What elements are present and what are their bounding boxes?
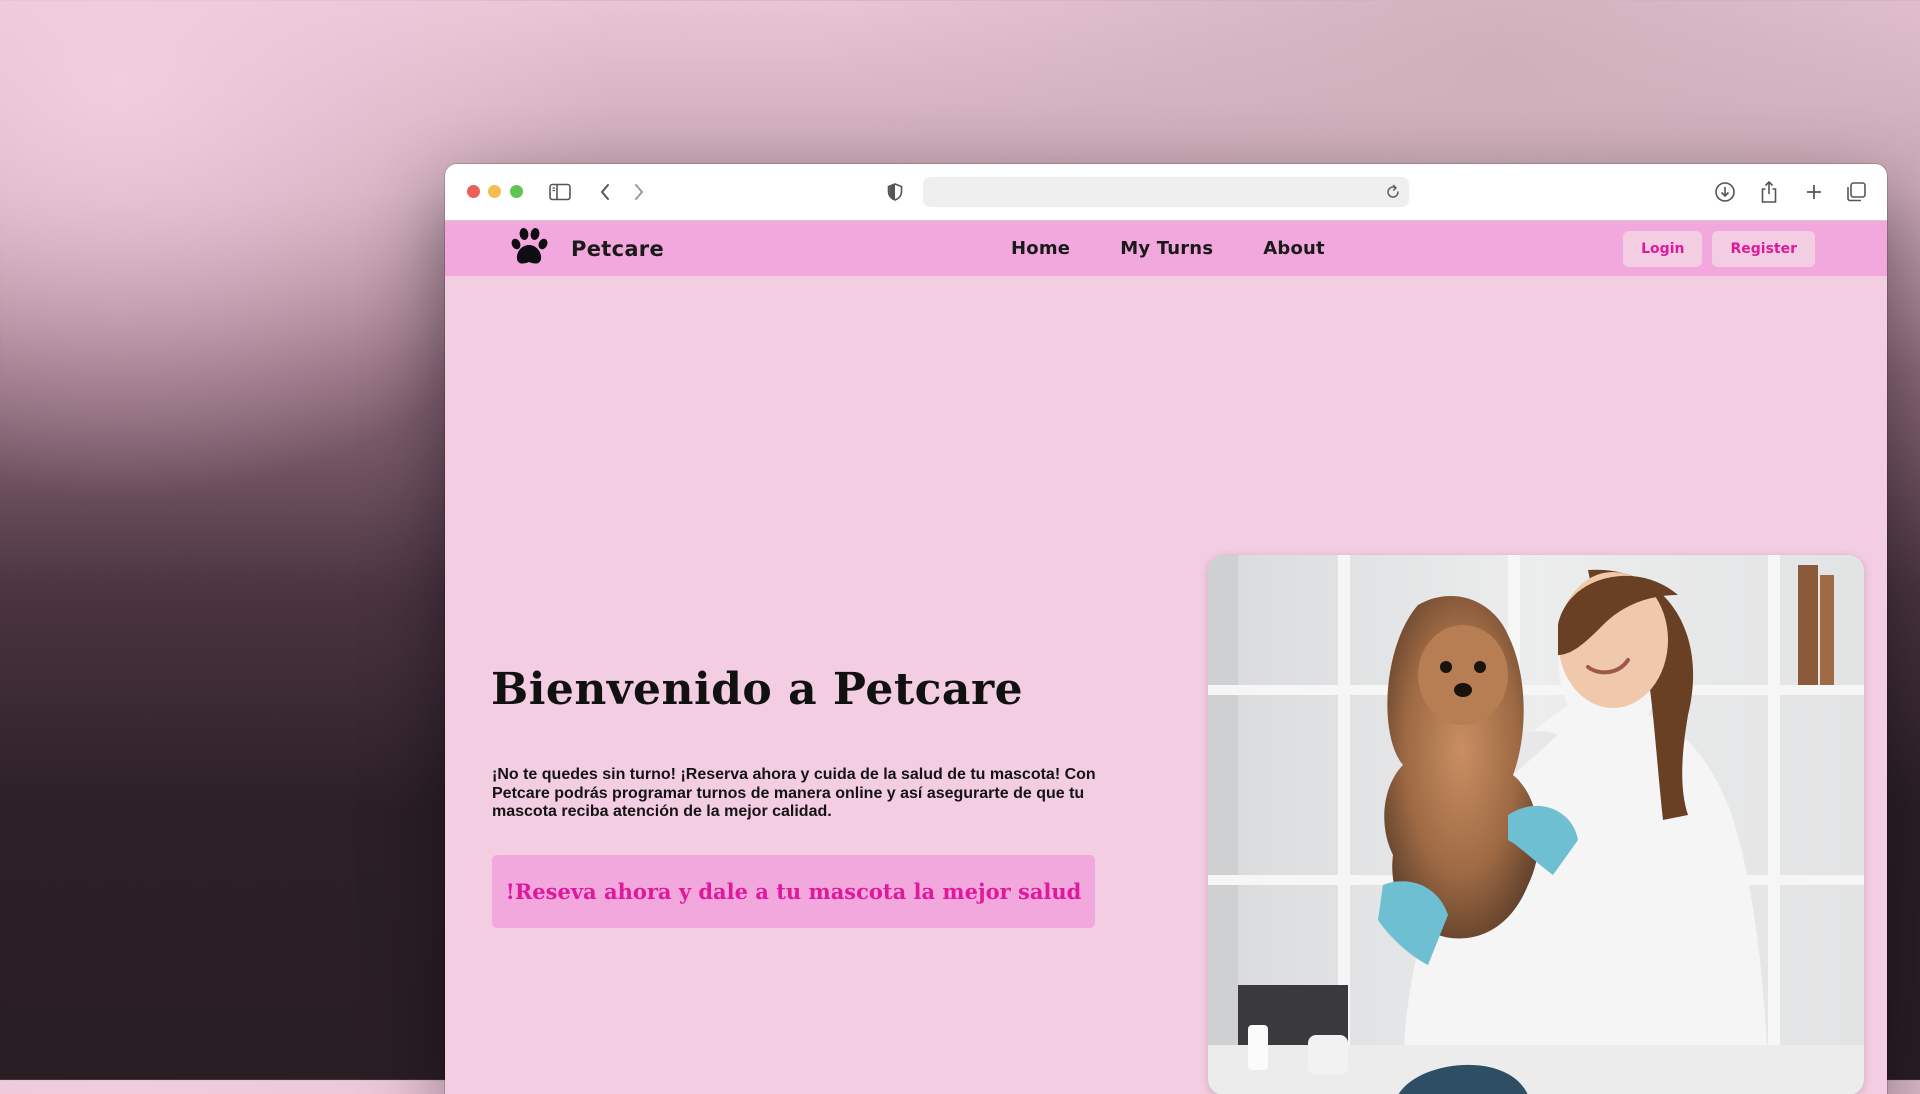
- hero-description: ¡No te quedes sin turno! ¡Reserva ahora …: [492, 766, 1096, 820]
- site-navbar: Petcare Home My Turns About Login Regist…: [445, 221, 1887, 276]
- register-button[interactable]: Register: [1712, 231, 1815, 267]
- brand-name: Petcare: [571, 236, 664, 261]
- login-button[interactable]: Login: [1623, 231, 1703, 267]
- download-icon[interactable]: [1712, 179, 1738, 205]
- chevron-right-icon[interactable]: [626, 179, 652, 205]
- shield-icon[interactable]: [882, 179, 908, 205]
- reload-icon[interactable]: [1383, 181, 1403, 207]
- nav-home-link[interactable]: Home: [1011, 238, 1070, 259]
- veterinarian-with-dog-image: [1208, 555, 1864, 1094]
- paw-icon: [507, 225, 551, 273]
- hero-title: Bienvenido a Petcare: [491, 664, 1024, 715]
- nav-about-link[interactable]: About: [1263, 238, 1325, 259]
- browser-window: Petcare Home My Turns About Login Regist…: [445, 164, 1887, 1094]
- nav-my-turns-link[interactable]: My Turns: [1120, 238, 1213, 259]
- chevron-left-icon[interactable]: [592, 179, 618, 205]
- zoom-window-button[interactable]: [510, 185, 523, 198]
- main-nav: Home My Turns About: [1011, 221, 1375, 276]
- address-bar[interactable]: [923, 177, 1409, 207]
- browser-toolbar: [445, 164, 1887, 221]
- close-window-button[interactable]: [467, 185, 480, 198]
- brand[interactable]: Petcare: [507, 226, 664, 271]
- book-appointment-button[interactable]: !Reseva ahora y dale a tu mascota la mej…: [492, 855, 1095, 928]
- hero-photo: [1208, 555, 1864, 1094]
- minimize-window-button[interactable]: [488, 185, 501, 198]
- share-icon[interactable]: [1756, 179, 1782, 205]
- sidebar-icon[interactable]: [547, 179, 573, 205]
- plus-icon[interactable]: [1801, 179, 1827, 205]
- auth-buttons: Login Register: [1613, 231, 1815, 267]
- tabs-overview-icon[interactable]: [1843, 179, 1869, 205]
